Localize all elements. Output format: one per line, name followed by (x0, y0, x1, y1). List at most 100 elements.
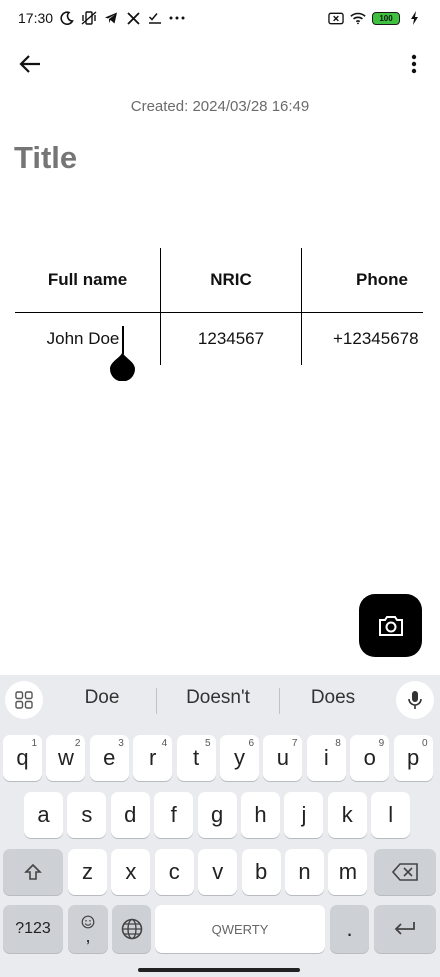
home-indicator[interactable] (138, 968, 300, 972)
key-hint: 7 (291, 738, 298, 749)
language-key[interactable] (112, 905, 151, 953)
app-bar (0, 40, 440, 90)
status-right: 100 (328, 10, 422, 26)
camera-icon (378, 615, 403, 636)
key-label: u (276, 745, 290, 770)
shift-key[interactable] (3, 849, 63, 895)
more-options-button[interactable] (400, 46, 428, 82)
status-time: 17:30 (18, 10, 54, 26)
key-label: j (301, 802, 307, 827)
key-g[interactable]: g (197, 792, 237, 838)
emoji-comma-key[interactable]: , (68, 905, 108, 953)
key-hint: 4 (161, 738, 168, 749)
more-dots-icon (169, 10, 185, 26)
camera-fab-button[interactable] (359, 594, 422, 657)
key-z[interactable]: z (68, 849, 107, 895)
key-q[interactable]: q1 (3, 735, 42, 781)
key-hint: 2 (74, 738, 81, 749)
key-m[interactable]: m (328, 849, 368, 895)
more-vert-icon (411, 54, 417, 74)
cell-phone[interactable]: +12345678 (333, 312, 423, 366)
key-label: q (16, 745, 29, 770)
key-n[interactable]: n (285, 849, 324, 895)
key-r[interactable]: r4 (133, 735, 173, 781)
key-h[interactable]: h (241, 792, 280, 838)
telegram-icon (103, 10, 119, 26)
key-c[interactable]: c (154, 849, 194, 895)
data-table[interactable]: Full name NRIC Phone John Doe 1234567 +1… (15, 248, 423, 366)
period-key[interactable]: . (330, 905, 369, 953)
key-label: v (212, 859, 224, 884)
key-s[interactable]: s (67, 792, 107, 838)
key-o[interactable]: o9 (350, 735, 390, 781)
suggestion-2[interactable]: Doesn't (158, 687, 278, 709)
key-label: l (388, 802, 394, 827)
charging-icon (406, 10, 422, 26)
status-left: 17:30 (18, 10, 185, 26)
key-label: m (338, 859, 358, 884)
vibrate-off-icon (81, 10, 97, 26)
key-label: d (124, 802, 137, 827)
key-label: y (234, 745, 245, 770)
key-a[interactable]: a (24, 792, 63, 838)
space-key[interactable]: QWERTY (155, 905, 325, 953)
key-f[interactable]: f (154, 792, 194, 838)
key-label: x (125, 859, 137, 884)
key-hint: 9 (378, 738, 385, 749)
key-i[interactable]: i8 (306, 735, 346, 781)
header-full-name[interactable]: Full name (15, 248, 160, 312)
key-x[interactable]: x (111, 849, 151, 895)
key-t[interactable]: t5 (176, 735, 216, 781)
key-v[interactable]: v (198, 849, 238, 895)
title-input[interactable] (14, 140, 414, 176)
key-e[interactable]: e3 (89, 735, 129, 781)
key-k[interactable]: k (327, 792, 367, 838)
symbols-key-label: ?123 (15, 920, 51, 937)
wifi-icon (350, 10, 366, 26)
apps-grid-icon (15, 691, 33, 709)
cursor-handle-icon[interactable] (110, 351, 135, 381)
back-button[interactable] (12, 46, 48, 82)
key-label: z (82, 859, 93, 884)
soft-keyboard: Doe Doesn't Does ?123 , QWERTY . q1w2e3r… (0, 675, 440, 977)
moon-icon (59, 10, 75, 26)
voice-input-button[interactable] (396, 681, 434, 719)
header-nric[interactable]: NRIC (161, 248, 301, 312)
key-label: n (298, 859, 311, 884)
enter-key[interactable] (374, 905, 436, 953)
key-hint: 1 (31, 738, 37, 749)
key-label: i (323, 745, 329, 770)
key-hint: 6 (248, 738, 254, 749)
cell-nric[interactable]: 1234567 (161, 312, 301, 366)
no-sim-icon (328, 10, 344, 26)
key-label: a (37, 802, 50, 827)
period-label: . (346, 916, 353, 941)
key-l[interactable]: l (371, 792, 411, 838)
key-label: g (210, 802, 224, 827)
key-label: b (254, 859, 268, 884)
key-w[interactable]: w2 (46, 735, 86, 781)
key-label: w (57, 745, 74, 770)
key-hint: 3 (118, 738, 124, 749)
suggestion-3[interactable]: Does (281, 687, 385, 709)
arrow-back-icon (19, 55, 40, 73)
key-j[interactable]: j (284, 792, 324, 838)
text-cursor (122, 326, 124, 354)
keyboard-menu-button[interactable] (5, 681, 43, 719)
suggestion-1[interactable]: Doe (50, 687, 154, 709)
key-u[interactable]: u7 (263, 735, 303, 781)
key-b[interactable]: b (241, 849, 281, 895)
key-p[interactable]: p0 (393, 735, 433, 781)
created-timestamp: Created: 2024/03/28 16:49 (130, 98, 310, 115)
header-phone[interactable]: Phone (302, 248, 423, 312)
symbols-key[interactable]: ?123 (3, 905, 63, 953)
key-label: p (406, 745, 420, 770)
backspace-icon (392, 863, 418, 881)
backspace-key[interactable] (374, 849, 436, 895)
globe-icon (121, 918, 142, 940)
key-d[interactable]: d (110, 792, 150, 838)
x-icon (125, 10, 141, 26)
shift-icon (24, 863, 42, 880)
key-label: s (81, 802, 93, 827)
key-y[interactable]: y6 (220, 735, 259, 781)
